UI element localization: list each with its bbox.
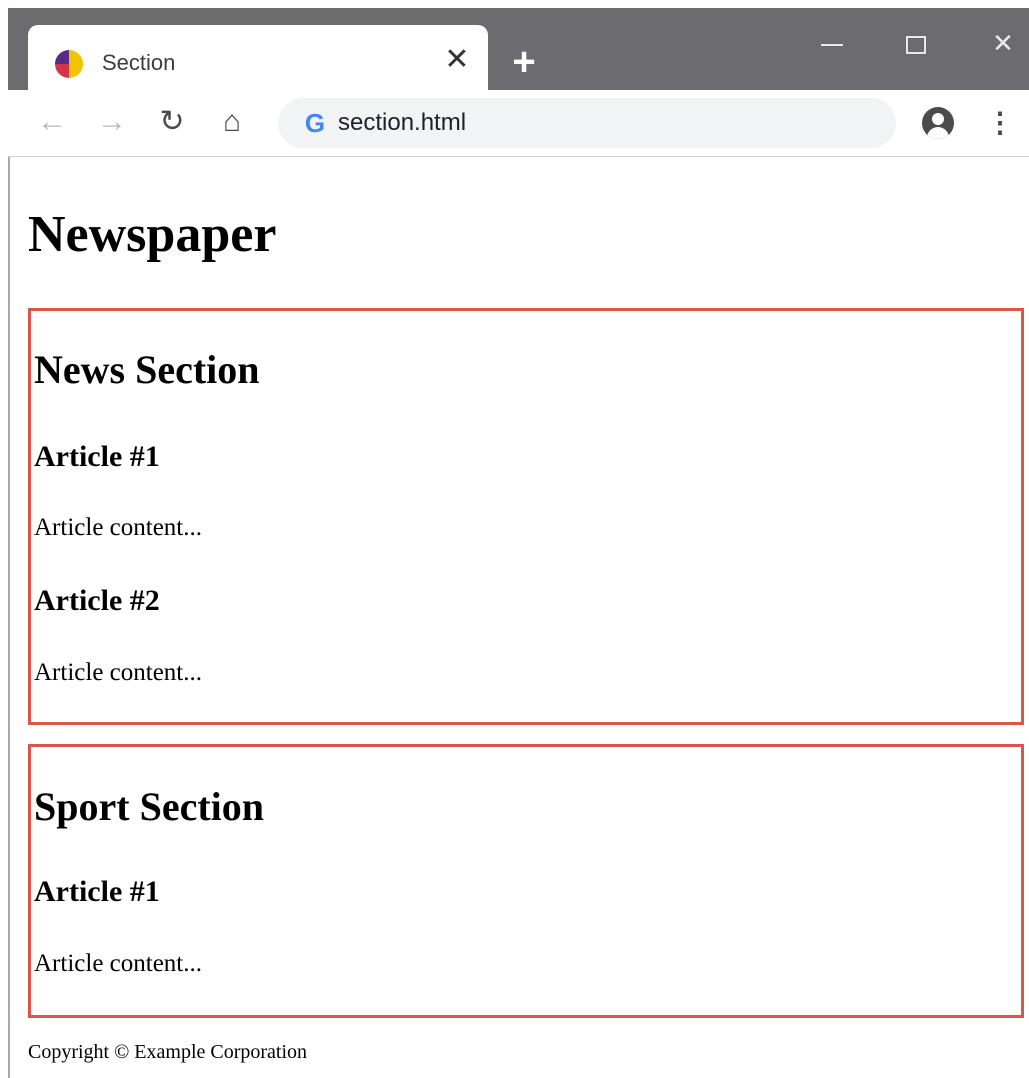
forward-arrow-icon[interactable]: →	[94, 104, 130, 140]
tab-close-icon[interactable]: ✕	[440, 43, 474, 77]
url-text[interactable]: section.html	[338, 106, 466, 140]
window-close-button[interactable]: ✕	[983, 26, 1023, 60]
account-icon[interactable]	[922, 107, 954, 139]
article-content: Article content...	[34, 514, 202, 541]
section-heading: Sport Section	[34, 784, 264, 829]
minimize-button[interactable]	[812, 26, 852, 60]
account-head	[932, 113, 944, 125]
section-heading: News Section	[34, 347, 260, 392]
article-heading: Article #1	[34, 440, 160, 473]
title-bar: Section ✕ + ✕	[8, 8, 1029, 98]
sport-section: Sport Section Article #1 Article content…	[28, 744, 1024, 1018]
browser-toolbar: ← → ↻ ⌂ G section.html ⋮	[8, 90, 1029, 157]
home-icon[interactable]: ⌂	[214, 104, 250, 140]
article-content: Article content...	[34, 659, 202, 686]
news-section: News Section Article #1 Article content.…	[28, 308, 1024, 725]
menu-icon[interactable]: ⋮	[986, 106, 1014, 140]
top-strip	[0, 0, 1029, 8]
maximize-icon	[906, 36, 926, 55]
maximize-button[interactable]	[896, 26, 936, 60]
new-tab-button[interactable]: +	[504, 42, 544, 82]
article-content: Article content...	[34, 950, 202, 977]
favicon-icon	[55, 50, 83, 78]
tab-section[interactable]: Section ✕	[28, 25, 488, 98]
back-arrow-icon[interactable]: ←	[34, 104, 70, 140]
article-heading: Article #1	[34, 875, 160, 908]
article-heading: Article #2	[34, 584, 160, 617]
minimize-icon	[821, 44, 843, 47]
tab-title: Section	[102, 50, 176, 75]
reload-icon[interactable]: ↻	[154, 104, 190, 140]
account-body	[927, 127, 949, 139]
footer-copyright: Copyright © Example Corporation	[28, 1041, 308, 1063]
browser-window: Section ✕ + ✕ ← → ↻ ⌂ G section.html ⋮ N…	[0, 0, 1029, 1078]
google-icon: G	[304, 108, 326, 138]
page-content: Newspaper News Section Article #1 Articl…	[10, 157, 1029, 1078]
page-title: Newspaper	[28, 206, 277, 263]
address-bar[interactable]: G section.html	[278, 98, 896, 148]
